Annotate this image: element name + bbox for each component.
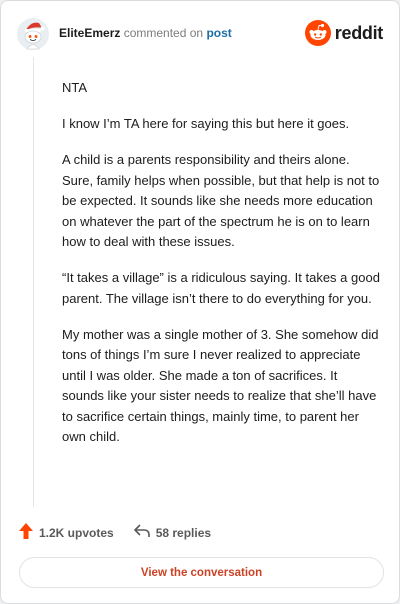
brand-wordmark: reddit bbox=[334, 22, 384, 43]
reply-count: 58 replies bbox=[155, 525, 212, 540]
comment-body: NTA I know I’m TA here for saying this b… bbox=[62, 78, 380, 463]
comment-paragraph: NTA bbox=[62, 80, 88, 95]
reddit-logo[interactable]: reddit bbox=[304, 20, 384, 46]
comment-meta: EliteEmerz commented on post bbox=[59, 25, 232, 41]
comment-header: EliteEmerz commented on post reddit bbox=[17, 17, 383, 51]
comment-stats: 1.2K upvotes 58 replies bbox=[19, 523, 211, 542]
view-conversation-button[interactable]: View the conversation bbox=[19, 557, 384, 588]
snoo-avatar-icon[interactable] bbox=[17, 18, 49, 50]
comment-card: EliteEmerz commented on post reddit NTA … bbox=[0, 0, 400, 604]
upvote-arrow-icon[interactable] bbox=[19, 523, 39, 542]
commented-on-text: commented on bbox=[123, 26, 204, 40]
reply-arrow-icon bbox=[133, 524, 156, 541]
comment-paragraph: I know I’m TA here for saying this but h… bbox=[62, 116, 350, 131]
reddit-snoo-icon bbox=[304, 20, 331, 46]
upvote-count: 1.2K upvotes bbox=[39, 525, 114, 540]
username[interactable]: EliteEmerz bbox=[59, 26, 120, 40]
comment-paragraph: My mother was a single mother of 3. She … bbox=[62, 326, 379, 445]
upvote-stat[interactable]: 1.2K upvotes bbox=[19, 523, 114, 542]
replies-stat[interactable]: 58 replies bbox=[133, 524, 212, 541]
comment-paragraph: A child is a parents responsibility and … bbox=[62, 152, 380, 249]
comment-paragraph: “It takes a village” is a ridiculous say… bbox=[62, 270, 380, 306]
post-link[interactable]: post bbox=[206, 26, 231, 40]
thread-line bbox=[33, 57, 34, 507]
